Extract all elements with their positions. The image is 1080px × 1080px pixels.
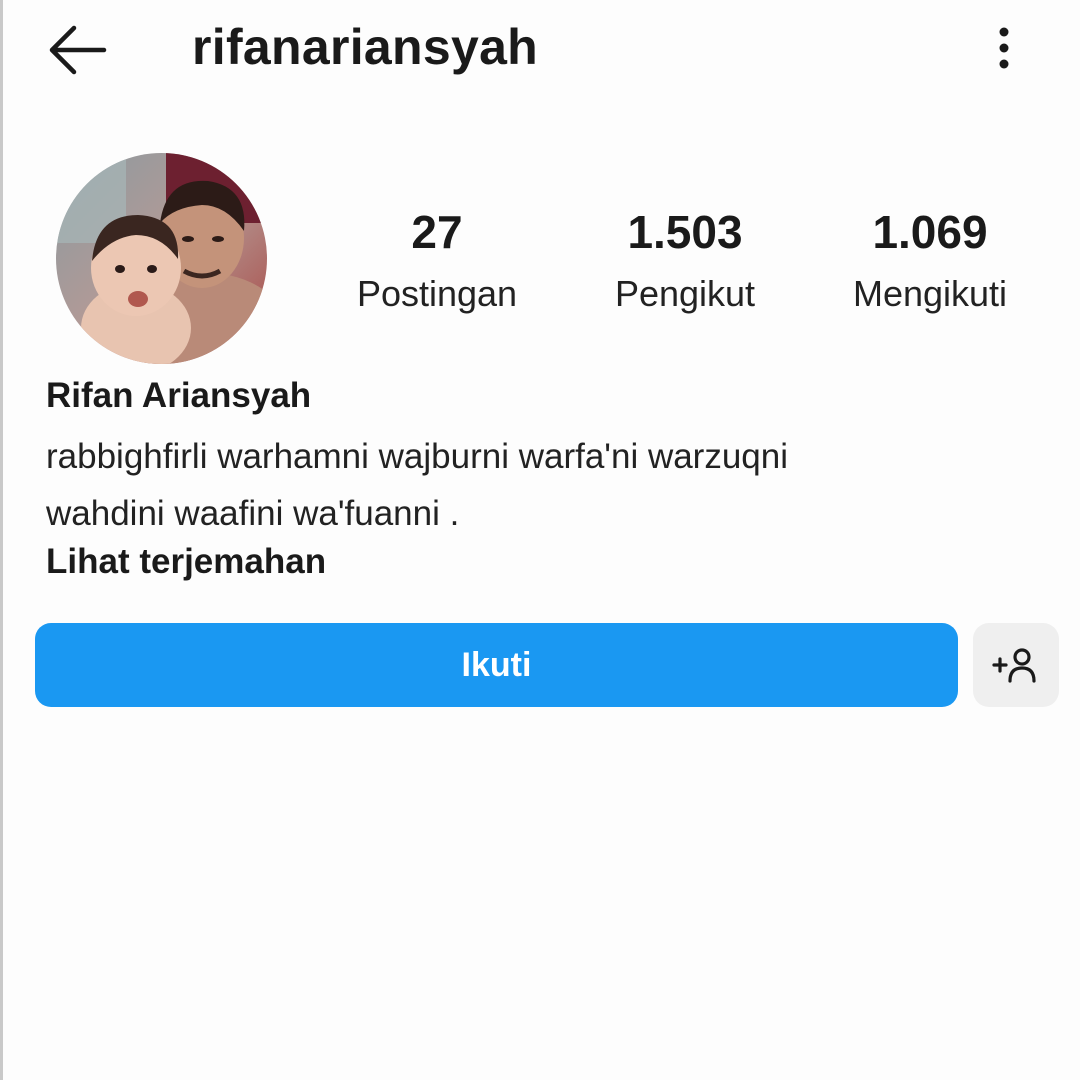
stat-following[interactable]: 1.069 Mengikuti: [815, 200, 1045, 324]
more-vertical-icon: [999, 27, 1009, 69]
profile-photo: [56, 153, 267, 364]
profile-bio: rabbighfirli warhamni wajburni warfa'ni …: [46, 428, 1026, 542]
arrow-left-icon: [49, 25, 107, 75]
add-person-icon: [992, 648, 1036, 683]
profile-username: rifanariansyah: [192, 19, 539, 75]
more-options-button[interactable]: [980, 20, 1028, 80]
back-button[interactable]: [40, 22, 112, 78]
see-translation-link[interactable]: Lihat terjemahan: [46, 542, 326, 582]
stat-posts-count: 27: [411, 206, 463, 258]
bio-line: rabbighfirli warhamni wajburni warfa'ni …: [46, 437, 789, 476]
screen-edge: [0, 0, 3, 1080]
profile-full-name: Rifan Ariansyah: [46, 376, 312, 415]
suggested-accounts-button[interactable]: [973, 623, 1059, 707]
stat-followers[interactable]: 1.503 Pengikut: [570, 200, 800, 324]
stat-followers-label: Pengikut: [614, 273, 756, 314]
top-bar: rifanariansyah: [0, 0, 1080, 100]
follow-button[interactable]: Ikuti: [35, 623, 958, 707]
stat-posts[interactable]: 27 Postingan: [322, 200, 552, 324]
stat-following-label: Mengikuti: [852, 273, 1008, 314]
bio-line: wahdini waafini wa'fuanni .: [46, 494, 460, 533]
stat-followers-count: 1.503: [627, 206, 743, 258]
avatar[interactable]: [56, 153, 267, 364]
stat-posts-label: Postingan: [356, 273, 518, 314]
stat-following-count: 1.069: [872, 206, 988, 258]
